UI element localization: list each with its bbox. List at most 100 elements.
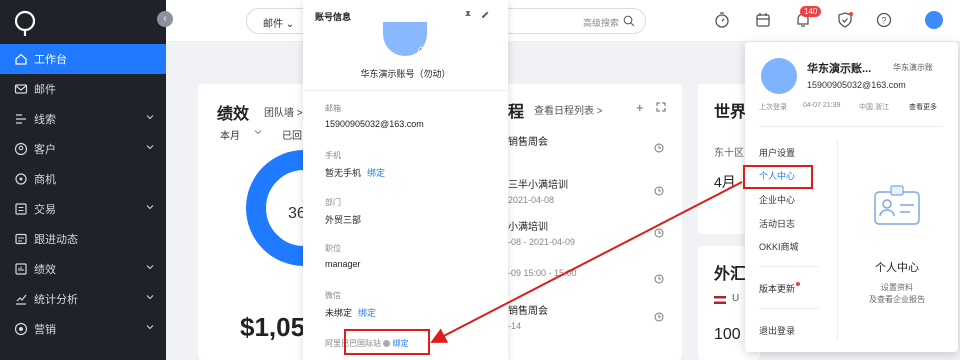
expand-icon[interactable]: [656, 102, 666, 112]
schedule-item[interactable]: 销售周会 -14: [508, 302, 668, 331]
home-icon: [15, 53, 27, 65]
collapse-sidebar-button[interactable]: ‹: [157, 11, 173, 27]
sidebar-item[interactable]: 工作台: [0, 44, 166, 74]
dropdown-menu-item[interactable]: 版本更新: [759, 282, 801, 295]
schedule-item-title: 三半小满培训: [508, 180, 568, 191]
chevron-down-icon: [146, 205, 154, 210]
sidebar-item[interactable]: 线索: [0, 104, 166, 134]
user-avatar-button[interactable]: [925, 11, 943, 29]
bind-link[interactable]: 绑定: [358, 308, 376, 318]
schedule-item[interactable]: 销售周会: [508, 133, 668, 153]
account-field-label: 职位: [325, 244, 341, 253]
edit-icon[interactable]: [480, 10, 490, 20]
personal-center-card-title: 个人中心: [875, 262, 919, 274]
sidebar-item[interactable]: 客户: [0, 134, 166, 164]
customer-icon: [14, 142, 28, 156]
divider: [759, 126, 943, 127]
team-wall-link[interactable]: 团队墙 >: [264, 104, 303, 119]
dropdown-menu-item[interactable]: 退出登录: [759, 324, 795, 337]
account-field-text: 外贸三部: [325, 215, 362, 225]
help-icon[interactable]: ?: [875, 11, 893, 29]
schedule-item-title: 销售周会: [508, 137, 548, 148]
account-field-value: 外贸三部: [325, 213, 361, 226]
dropdown-menu-item[interactable]: 企业中心: [759, 193, 795, 206]
sidebar-item[interactable]: 绩效: [0, 254, 166, 284]
notification-badge: 140: [800, 6, 822, 17]
dropdown-menu-item[interactable]: OKKI商城: [759, 240, 799, 253]
dropdown-menu-label: 版本更新: [759, 284, 796, 294]
account-field-label: 微信: [325, 291, 341, 300]
sidebar-item[interactable]: 商机: [0, 164, 166, 194]
last-login-label: 上次登录: [759, 104, 787, 111]
marketing-icon: [14, 322, 28, 336]
view-schedule-list-link[interactable]: 查看日程列表 >: [534, 102, 603, 117]
account-field-text: 未绑定: [325, 308, 353, 318]
period-select[interactable]: 本月: [220, 127, 240, 142]
divider: [759, 266, 819, 267]
card-desc-line: 设置资料: [881, 283, 913, 292]
dropdown-user-name: 华东演示账...: [807, 63, 872, 75]
advanced-search-link[interactable]: 高级搜索: [583, 16, 619, 29]
search-icon[interactable]: [623, 15, 635, 27]
clock-icon: [654, 274, 664, 284]
dropdown-menu-item[interactable]: 活动日志: [759, 217, 795, 230]
world-clock-title: 世界: [714, 104, 747, 121]
schedule-item-date: 2021-04-08: [508, 195, 555, 205]
sidebar-item[interactable]: 营销: [0, 314, 166, 344]
returned-label: 已回: [282, 131, 302, 142]
pin-icon[interactable]: [463, 10, 473, 20]
app-logo-icon[interactable]: [13, 10, 37, 38]
account-field-text: manager: [325, 259, 361, 269]
bind-link[interactable]: 绑定: [367, 168, 385, 178]
sidebar-item[interactable]: 统计分析: [0, 284, 166, 314]
clock-icon: [654, 312, 664, 322]
world-date: 4月: [714, 174, 736, 190]
sidebar-item-label: 工作台: [34, 54, 67, 66]
search-scope-select[interactable]: 邮件 ⌄: [263, 15, 294, 30]
chevron-down-icon: [146, 145, 154, 150]
sidebar-item[interactable]: 跟进动态: [0, 224, 166, 254]
schedule-item-title: 小满培训: [508, 222, 548, 233]
dropdown-avatar: [761, 58, 797, 94]
dropdown-menu-label: OKKI商城: [759, 242, 799, 252]
analytics-icon: [16, 294, 27, 305]
schedule-item[interactable]: -09 15:00 - 15:00: [508, 264, 668, 284]
shield-check-icon[interactable]: [836, 11, 854, 29]
account-field-value: 未绑定 绑定: [325, 306, 376, 319]
dropdown-menu-item[interactable]: 用户设置: [759, 146, 795, 159]
chevron-down-icon[interactable]: [254, 128, 262, 136]
chevron-down-icon: [146, 115, 154, 120]
sidebar-item-label: 商机: [34, 174, 56, 186]
personal-center-card-desc: 设置资料 及查看企业报告: [845, 282, 949, 306]
account-field-text: 15900905032@163.com: [325, 119, 424, 129]
schedule-item[interactable]: 小满培训 -08 - 2021-04-09: [508, 218, 668, 247]
sidebar-nav: 工作台邮件线索客户商机交易 跟进动态绩效统计分析营销: [0, 44, 166, 344]
highlight-box-alibaba: [344, 329, 430, 355]
sidebar-item-label: 统计分析: [34, 294, 78, 306]
account-field-text: 暂无手机: [325, 168, 362, 178]
sidebar-item-label: 绩效: [34, 264, 56, 276]
account-field-value: manager: [325, 259, 361, 269]
mail-icon: [14, 84, 28, 94]
view-more-link[interactable]: 查看更多: [909, 102, 937, 112]
id-card-icon: [874, 185, 920, 225]
chevron-down-icon: [146, 295, 154, 300]
schedule-title: 程: [508, 104, 525, 121]
add-schedule-button[interactable]: +: [636, 100, 644, 115]
schedule-item-date: -08 - 2021-04-09: [508, 237, 576, 247]
schedule-item-title: 销售周会: [508, 306, 548, 317]
sidebar-item[interactable]: 交易: [0, 194, 166, 224]
calendar-icon[interactable]: [754, 11, 772, 29]
divider: [837, 140, 838, 340]
timer-icon[interactable]: [713, 11, 731, 29]
sidebar-item-label: 邮件: [34, 84, 56, 96]
schedule-item[interactable]: 三半小满培训 2021-04-08: [508, 176, 668, 205]
sidebar-item[interactable]: 邮件: [0, 74, 166, 104]
account-field-label: 邮箱: [325, 104, 341, 113]
clock-icon: [654, 143, 664, 153]
account-name: 华东演示账号（勿动）: [360, 69, 451, 79]
schedule-card: 程 查看日程列表 > + 销售周会 三半小满培训 2021-04-08 小满培训 -08…: [506, 84, 682, 360]
account-field-label: 手机: [325, 151, 341, 160]
sidebar-item-label: 线索: [34, 114, 56, 126]
timezone-label: 东十区: [714, 148, 744, 159]
